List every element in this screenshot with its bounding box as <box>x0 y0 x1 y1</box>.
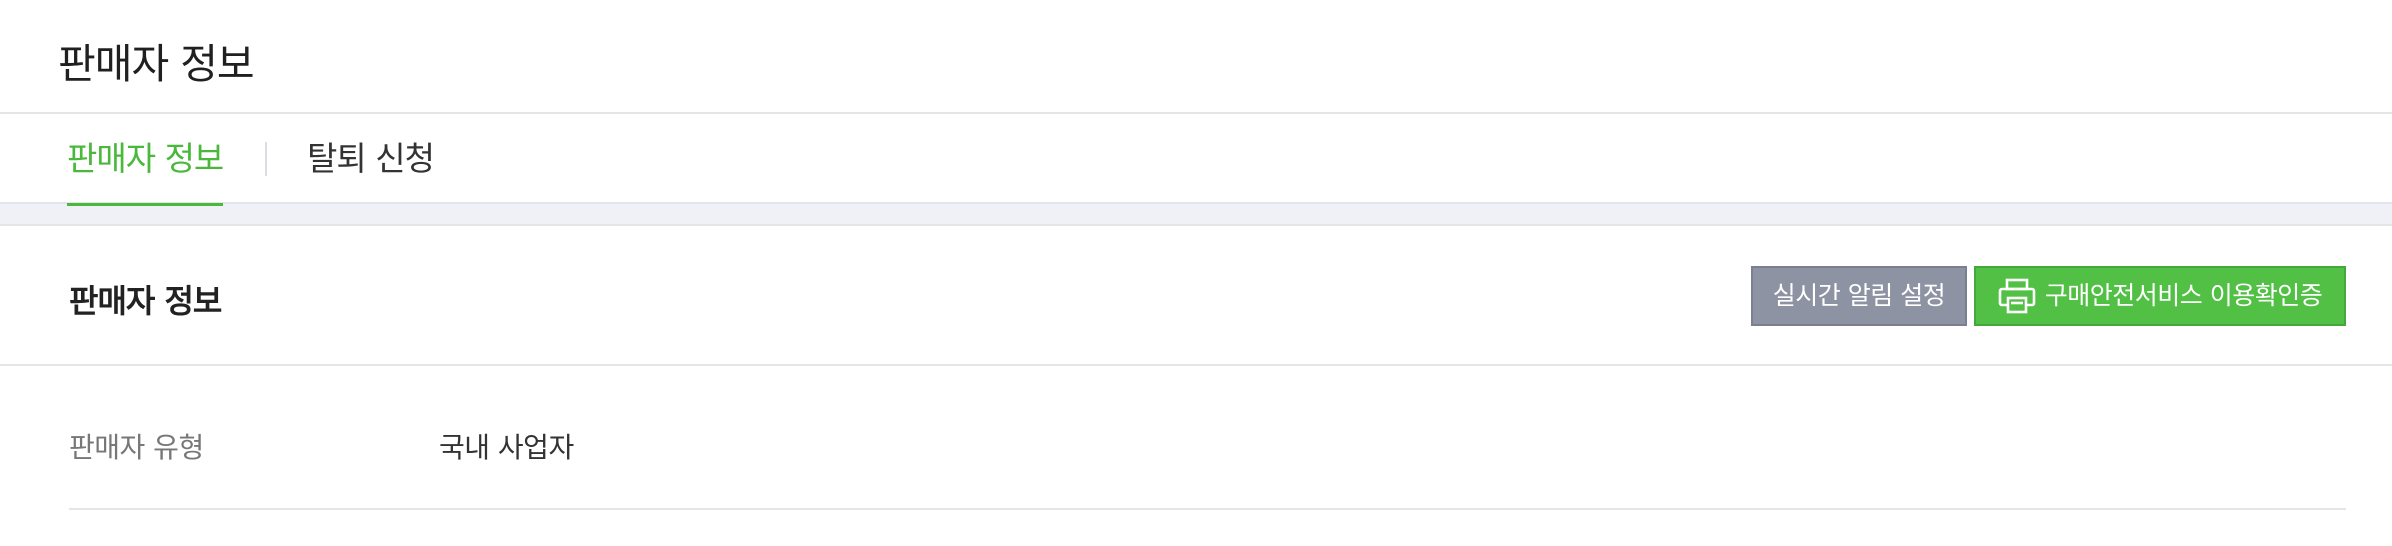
seller-type-label: 판매자 유형 <box>69 431 204 464</box>
page-header: 판매자 정보 <box>0 0 2392 114</box>
tab-seller-info[interactable]: 판매자 정보 <box>67 114 224 206</box>
printer-icon <box>1998 278 2036 314</box>
section-separator <box>0 204 2392 226</box>
section-title: 판매자 정보 <box>69 282 222 320</box>
section-header: 판매자 정보 실시간 알림 설정 구매안전서비스 이용확인증 <box>0 226 2392 366</box>
purchase-safety-certificate-button[interactable]: 구매안전서비스 이용확인증 <box>1974 266 2346 326</box>
tab-bar: 판매자 정보 탈퇴 신청 <box>0 114 2392 206</box>
tab-divider <box>265 142 267 176</box>
purchase-safety-certificate-label: 구매안전서비스 이용확인증 <box>2044 281 2323 310</box>
realtime-alert-settings-button[interactable]: 실시간 알림 설정 <box>1751 266 1967 326</box>
seller-type-row: 판매자 유형 국내 사업자 <box>69 354 2346 510</box>
seller-type-value: 국내 사업자 <box>439 431 574 464</box>
tab-withdrawal-request[interactable]: 탈퇴 신청 <box>307 114 435 204</box>
realtime-alert-settings-label: 실시간 알림 설정 <box>1772 281 1946 310</box>
page-title: 판매자 정보 <box>58 40 255 88</box>
